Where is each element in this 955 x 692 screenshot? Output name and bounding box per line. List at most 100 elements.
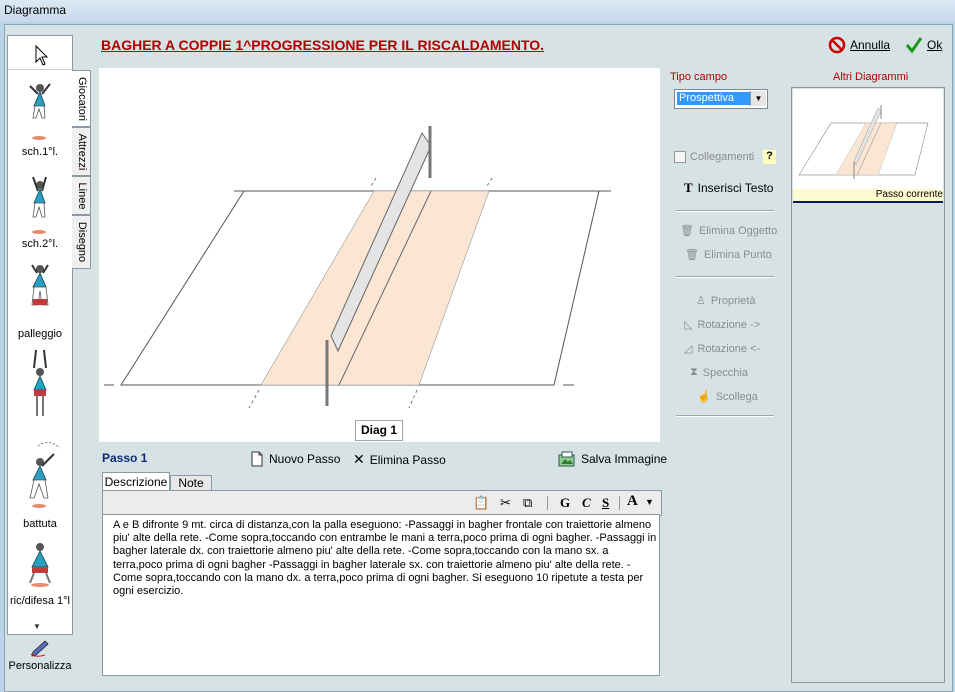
copy-icon[interactable]: ⧉ [523, 495, 532, 511]
tool-player-block[interactable] [8, 346, 72, 426]
player-figure-icon [29, 83, 51, 140]
player-figure-icon [29, 442, 61, 508]
save-image-label: Salva Immagine [581, 452, 668, 466]
ok-button[interactable]: Ok [905, 36, 942, 54]
trash-icon: 🗑 [680, 225, 694, 237]
pointer-icon [35, 44, 49, 66]
font-button[interactable]: A [627, 493, 638, 510]
court-zone [260, 190, 490, 386]
diagram-tab[interactable]: Diag 1 [355, 420, 403, 441]
checkbox-box[interactable] [674, 151, 686, 163]
diagram-canvas[interactable] [99, 68, 660, 442]
chevron-down-icon[interactable]: ▼ [750, 91, 766, 106]
customize-label: Personalizza [8, 660, 72, 672]
text-icon: T [684, 180, 693, 195]
bold-button[interactable]: G [560, 495, 570, 511]
pencil-icon [30, 640, 49, 657]
other-diagrams-panel: Passo corrente [791, 87, 945, 683]
toolbox-scroll-down[interactable]: ▼ [33, 622, 41, 631]
tool-label: battuta [23, 518, 57, 530]
insert-text-label: Inserisci Testo [697, 181, 774, 195]
connections-label: Collegamenti [690, 151, 755, 163]
diagram-title[interactable]: BAGHER A COPPIE 1^PROGRESSIONE PER IL RI… [101, 37, 544, 53]
description-text: A e B difronte 9 mt. circa di distanza,c… [113, 519, 657, 598]
player-figure-icon [29, 543, 51, 587]
paste-icon[interactable]: 📋 [473, 495, 489, 511]
other-diagrams-label: Altri Diagrammi [833, 71, 909, 83]
customize-button[interactable]: Personalizza [5, 638, 75, 678]
properties-button[interactable]: ♙ Proprietà [696, 294, 756, 308]
tool-player-receive[interactable]: ric/difesa 1°l [8, 539, 72, 629]
toolbar-divider [547, 496, 548, 510]
player-toolbox: sch.1°l. sch.2°l. palleggio battuta ric/… [7, 35, 73, 635]
underline-button[interactable]: S [602, 495, 609, 511]
connections-checkbox[interactable]: Collegamenti [674, 151, 754, 163]
delete-point-label: Elimina Punto [703, 248, 772, 261]
person-icon: ♙ [696, 295, 706, 307]
tool-label: palleggio [17, 328, 63, 340]
new-page-icon [251, 451, 263, 467]
rotate-left-icon: ◿ [684, 343, 693, 355]
window-title: Diagramma [4, 3, 67, 17]
tab-descrizione[interactable]: Descrizione [102, 472, 170, 491]
mirror-label: Specchia [702, 366, 748, 379]
field-type-value: Prospettiva [677, 92, 751, 105]
cut-icon[interactable]: ✂ [500, 495, 511, 511]
player-figure-icon [33, 349, 47, 416]
rotate-right-icon: ◺ [684, 319, 693, 331]
properties-label: Proprietà [710, 294, 756, 307]
delete-object-button[interactable]: 🗑 Elimina Oggetto [680, 224, 778, 238]
tool-label: sch.2°l. [21, 238, 59, 250]
delete-step-button[interactable]: ✕ Elimina Passo [353, 451, 446, 468]
pointer-tool-button[interactable] [8, 36, 72, 70]
cancel-icon [828, 36, 846, 54]
chevron-down-icon[interactable]: ▼ [645, 497, 654, 507]
save-image-button[interactable]: Salva Immagine [558, 451, 667, 467]
trash-icon: 🗑 [685, 249, 699, 261]
diagram-thumbnail[interactable] [793, 89, 943, 201]
tab-label: Disegno [76, 221, 88, 263]
separator [676, 276, 774, 278]
tab-linee[interactable]: Linee [72, 176, 91, 215]
unlink-label: Scollega [715, 390, 758, 403]
description-editor[interactable]: A e B difronte 9 mt. circa di distanza,c… [102, 514, 660, 676]
tool-player-serve-1[interactable]: sch.1°l. [8, 76, 72, 161]
title-bar: Diagramma [0, 0, 955, 22]
tool-label: ric/difesa 1°l [9, 595, 71, 607]
tab-giocatori[interactable]: Giocatori [72, 70, 91, 127]
rotate-right-label: Rotazione -> [697, 318, 761, 331]
tab-disegno[interactable]: Disegno [72, 215, 91, 269]
italic-button[interactable]: C [582, 495, 591, 511]
separator [676, 210, 774, 212]
field-type-select[interactable]: Prospettiva ▼ [674, 89, 768, 109]
tool-player-serve-2[interactable]: sch.2°l. [8, 171, 72, 256]
tool-player-battuta[interactable]: battuta [8, 436, 72, 531]
rotate-left-label: Rotazione <- [697, 342, 761, 355]
player-figure-icon [32, 176, 47, 234]
delete-object-label: Elimina Oggetto [698, 224, 778, 237]
rotate-right-button[interactable]: ◺ Rotazione -> [684, 318, 761, 332]
mirror-icon: ⧗ [690, 366, 698, 378]
player-figure-icon [31, 264, 49, 306]
checkmark-icon [905, 37, 923, 54]
hand-icon: ☝ [697, 391, 711, 403]
mirror-button[interactable]: ⧗ Specchia [690, 366, 748, 379]
volleyball-court-drawing [104, 126, 611, 409]
tab-note[interactable]: Note [170, 475, 212, 491]
ok-label: Ok [927, 38, 943, 52]
new-step-button[interactable]: Nuovo Passo [250, 451, 340, 467]
delete-step-label: Elimina Passo [369, 452, 446, 467]
help-button[interactable]: ? [763, 150, 776, 164]
cancel-button[interactable]: Annulla [828, 36, 890, 54]
delete-point-button[interactable]: 🗑 Elimina Punto [685, 248, 772, 262]
insert-text-button[interactable]: T Inserisci Testo [684, 180, 773, 196]
unlink-button[interactable]: ☝ Scollega [697, 390, 758, 404]
editor-toolbar: 📋 ✂ ⧉ G C S A ▼ [102, 490, 662, 516]
toolbar-divider [619, 496, 620, 510]
tab-label: Giocatori [76, 76, 88, 121]
tool-label: sch.1°l. [21, 146, 59, 158]
rotate-left-button[interactable]: ◿ Rotazione <- [684, 342, 761, 356]
tool-player-set[interactable]: palleggio [8, 261, 72, 346]
save-image-icon [558, 451, 575, 467]
cancel-label: Annulla [850, 38, 891, 52]
